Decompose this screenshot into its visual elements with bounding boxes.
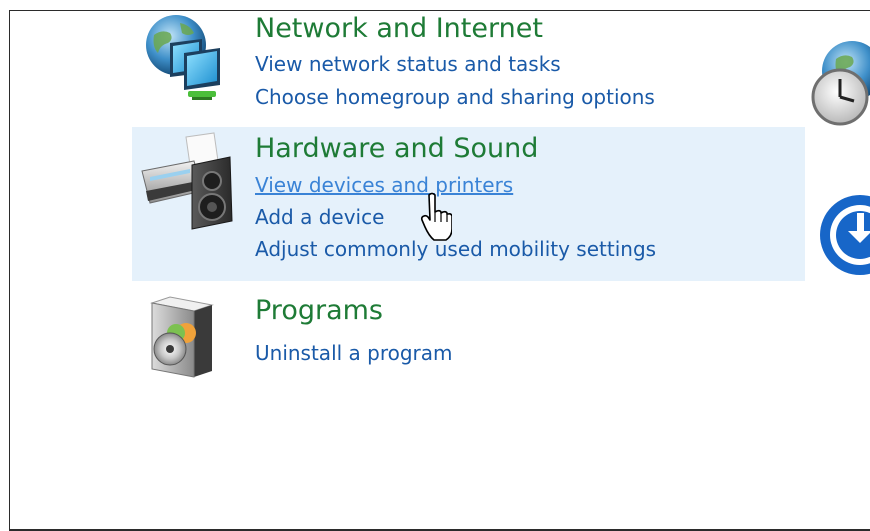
hand-pointer-cursor [420, 192, 452, 241]
clock-globe-icon[interactable] [810, 39, 870, 131]
network-globe-monitors-icon [146, 15, 220, 100]
link-mobility-settings[interactable]: Adjust commonly used mobility settings [255, 236, 656, 262]
category-title[interactable]: Network and Internet [255, 13, 543, 45]
printer-speaker-icon [141, 132, 233, 230]
link-add-device[interactable]: Add a device [255, 204, 384, 230]
category-network-and-internet: Network and Internet View network status… [132, 11, 805, 121]
control-panel-window: Network and Internet View network status… [9, 10, 870, 531]
link-uninstall-program[interactable]: Uninstall a program [255, 340, 453, 366]
link-view-network-status[interactable]: View network status and tasks [255, 51, 561, 77]
category-programs: Programs Uninstall a program [132, 289, 805, 389]
programs-disc-box-icon [150, 296, 214, 378]
category-title[interactable]: Hardware and Sound [255, 133, 538, 165]
category-title[interactable]: Programs [255, 295, 383, 327]
link-choose-homegroup[interactable]: Choose homegroup and sharing options [255, 84, 655, 110]
link-view-devices-printers[interactable]: View devices and printers [255, 172, 513, 198]
category-hardware-and-sound[interactable]: Hardware and Sound View devices and prin… [132, 127, 805, 281]
ease-of-access-icon[interactable] [814, 187, 870, 283]
